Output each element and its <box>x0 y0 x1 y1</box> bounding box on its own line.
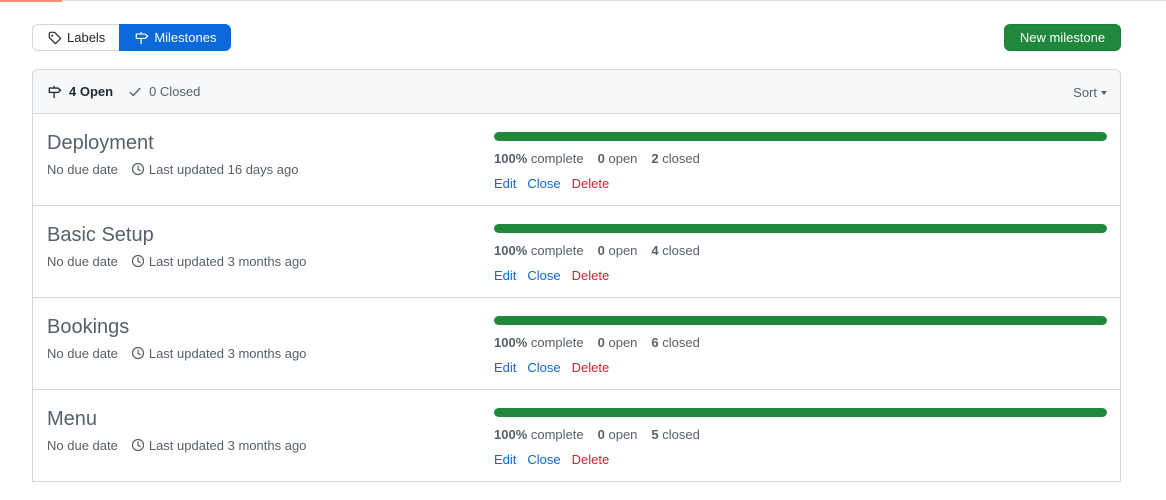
milestone-actions: Edit Close Delete <box>494 268 620 283</box>
labels-milestones-subnav: Labels Milestones <box>32 24 232 51</box>
clock-icon <box>130 437 146 453</box>
caret-down-icon <box>1101 91 1107 95</box>
closed-filter-label: 0 Closed <box>149 84 201 99</box>
close-link[interactable]: Close <box>527 176 560 191</box>
active-tab-underline <box>0 0 62 2</box>
labels-tab-label: Labels <box>67 30 106 45</box>
percent-complete: 100% complete <box>494 151 584 166</box>
percent-complete: 100% complete <box>494 335 584 350</box>
clock-icon <box>130 253 146 269</box>
progress-bar <box>494 316 1107 325</box>
edit-link[interactable]: Edit <box>494 268 516 283</box>
progress-fill <box>494 316 1107 325</box>
progress-fill <box>494 408 1107 417</box>
open-filter[interactable]: 4 Open <box>47 84 113 100</box>
due-date: No due date <box>47 253 118 269</box>
milestone-stats: 100% complete 0 open 5 closed <box>494 427 714 442</box>
milestone-title[interactable]: Deployment <box>47 132 154 155</box>
last-updated: Last updated 16 days ago <box>148 161 299 177</box>
milestone-actions: Edit Close Delete <box>494 452 620 467</box>
progress-fill <box>494 224 1107 233</box>
milestone-meta: No due date Last updated 3 months ago <box>47 437 306 453</box>
last-updated: Last updated 3 months ago <box>148 253 307 269</box>
progress-bar <box>494 408 1107 417</box>
last-updated: Last updated 3 months ago <box>148 437 307 453</box>
progress-bar <box>494 132 1107 141</box>
milestone-meta: No due date Last updated 3 months ago <box>47 253 306 269</box>
milestone-stats: 100% complete 0 open 6 closed <box>494 335 714 350</box>
delete-link[interactable]: Delete <box>572 268 610 283</box>
top-divider <box>0 0 1166 1</box>
open-count[interactable]: 0 open <box>598 151 638 166</box>
milestone-title[interactable]: Basic Setup <box>47 224 154 247</box>
due-date: No due date <box>47 437 118 453</box>
edit-link[interactable]: Edit <box>494 176 516 191</box>
milestone-stats: 100% complete 0 open 2 closed <box>494 151 714 166</box>
milestones-list: 4 Open 0 Closed Sort Deployment No due d… <box>32 69 1121 482</box>
milestone-row: Bookings No due date Last updated 3 mont… <box>33 298 1120 390</box>
clock-icon <box>130 161 146 177</box>
new-milestone-button[interactable]: New milestone <box>1004 24 1121 51</box>
check-icon <box>127 84 143 100</box>
milestone-title[interactable]: Menu <box>47 408 97 431</box>
open-count[interactable]: 0 open <box>598 427 638 442</box>
clock-icon <box>130 345 146 361</box>
open-count[interactable]: 0 open <box>598 243 638 258</box>
milestone-actions: Edit Close Delete <box>494 176 620 191</box>
close-link[interactable]: Close <box>527 360 560 375</box>
milestone-actions: Edit Close Delete <box>494 360 620 375</box>
progress-fill <box>494 132 1107 141</box>
milestones-tab-label: Milestones <box>154 30 217 45</box>
milestones-tab[interactable]: Milestones <box>119 24 232 51</box>
closed-count[interactable]: 5 closed <box>651 427 699 442</box>
milestone-icon <box>47 84 63 100</box>
tag-icon <box>47 30 63 46</box>
edit-link[interactable]: Edit <box>494 360 516 375</box>
milestone-row: Basic Setup No due date Last updated 3 m… <box>33 206 1120 298</box>
delete-link[interactable]: Delete <box>572 360 610 375</box>
milestone-row: Menu No due date Last updated 3 months a… <box>33 390 1120 481</box>
closed-count[interactable]: 4 closed <box>651 243 699 258</box>
closed-count[interactable]: 2 closed <box>651 151 699 166</box>
close-link[interactable]: Close <box>527 268 560 283</box>
delete-link[interactable]: Delete <box>572 176 610 191</box>
sort-label: Sort <box>1073 84 1097 100</box>
milestones-list-header: 4 Open 0 Closed Sort <box>33 70 1120 114</box>
edit-link[interactable]: Edit <box>494 452 516 467</box>
milestone-title[interactable]: Bookings <box>47 316 129 339</box>
close-link[interactable]: Close <box>527 452 560 467</box>
closed-count[interactable]: 6 closed <box>651 335 699 350</box>
sort-dropdown[interactable]: Sort <box>1073 70 1107 114</box>
due-date: No due date <box>47 161 118 177</box>
milestone-row: Deployment No due date Last updated 16 d… <box>33 114 1120 206</box>
closed-filter[interactable]: 0 Closed <box>127 84 200 100</box>
delete-link[interactable]: Delete <box>572 452 610 467</box>
last-updated: Last updated 3 months ago <box>148 345 307 361</box>
labels-tab[interactable]: Labels <box>32 24 120 51</box>
open-filter-label: 4 Open <box>69 84 114 99</box>
milestone-icon <box>134 30 150 46</box>
due-date: No due date <box>47 345 118 361</box>
milestone-stats: 100% complete 0 open 4 closed <box>494 243 714 258</box>
percent-complete: 100% complete <box>494 243 584 258</box>
milestone-meta: No due date Last updated 3 months ago <box>47 345 306 361</box>
progress-bar <box>494 224 1107 233</box>
milestone-meta: No due date Last updated 16 days ago <box>47 161 298 177</box>
open-count[interactable]: 0 open <box>598 335 638 350</box>
percent-complete: 100% complete <box>494 427 584 442</box>
